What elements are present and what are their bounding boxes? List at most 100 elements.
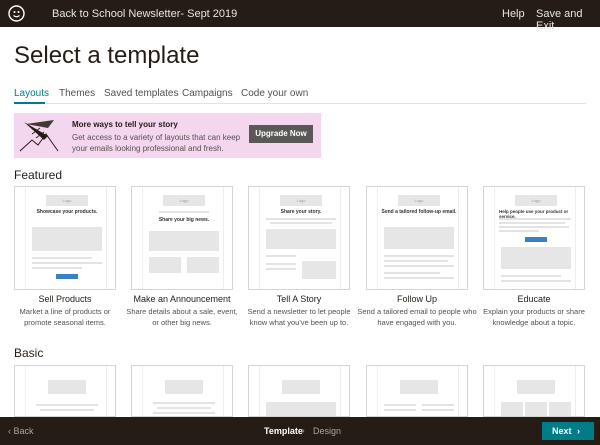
template-card-sell-products[interactable]: Logo Showcase your products. [14, 186, 116, 290]
next-button[interactable]: Next › [542, 422, 594, 440]
cta-placeholder [56, 274, 78, 279]
template-name: Sell Products [38, 294, 92, 304]
text-line [384, 409, 416, 411]
template-name: Follow Up [396, 294, 437, 304]
text-line [36, 404, 98, 406]
logo-placeholder: Logo [515, 195, 557, 206]
text-line [266, 268, 296, 270]
image-placeholder [282, 380, 320, 394]
template-card-make-an-announcement[interactable]: Logo Share your big news. [131, 186, 233, 290]
text-line [499, 222, 565, 224]
text-line [422, 404, 454, 406]
text-line [499, 230, 539, 232]
footer-bar: ‹ Back Template › Design Next › [0, 417, 600, 445]
image-placeholder [302, 261, 336, 279]
template-card-follow-up[interactable]: Logo Send a tailored follow-up email. [366, 186, 468, 290]
image-placeholder [149, 257, 181, 273]
chevron-left-icon: ‹ [8, 426, 11, 436]
template-description: Market a line of products or promote sea… [19, 307, 111, 327]
text-line [384, 255, 454, 257]
text-line [266, 255, 296, 257]
image-placeholder [165, 380, 203, 394]
image-placeholder [48, 380, 86, 394]
preview-title: Send a tailored follow-up email. [381, 209, 457, 215]
template-tabs: Layouts Themes Saved templates Campaigns… [14, 84, 586, 104]
text-line [40, 409, 94, 411]
template-name: Tell A Story [276, 294, 322, 304]
text-line [499, 226, 569, 228]
step-design[interactable]: Design [313, 426, 341, 436]
text-line [384, 265, 454, 267]
page-title: Select a template [14, 42, 200, 69]
section-title-featured: Featured [14, 168, 63, 182]
upgrade-promo-banner: More ways to tell your story Get access … [14, 113, 321, 158]
tab-layouts[interactable]: Layouts [14, 88, 49, 99]
template-card-tell-a-story[interactable]: Logo Share your story. [248, 186, 350, 290]
text-line [384, 260, 448, 262]
mailchimp-logo-icon[interactable] [8, 5, 25, 22]
logo-placeholder: Logo [163, 195, 205, 206]
template-description: Share details about a sale, event, or ot… [126, 307, 238, 327]
text-line [159, 211, 209, 213]
text-line [499, 218, 571, 220]
image-placeholder [149, 231, 219, 251]
preview-title: Showcase your products. [36, 209, 98, 215]
template-name: Educate [517, 294, 551, 304]
image-placeholder [525, 402, 547, 416]
campaign-name: Back to School Newsletter- Sept 2019 [52, 8, 238, 20]
basic-template-card[interactable] [483, 365, 585, 417]
basic-template-card[interactable] [131, 365, 233, 417]
text-line [501, 275, 561, 277]
text-line [501, 280, 571, 282]
save-and-exit-button[interactable]: Save and Exit [536, 8, 600, 32]
preview-title: Share your story. [280, 209, 322, 215]
template-description: Send a tailored email to people who have… [357, 307, 477, 327]
text-line [32, 257, 92, 259]
text-line [32, 262, 102, 264]
tab-campaigns[interactable]: Campaigns [182, 88, 233, 99]
tab-saved-templates[interactable]: Saved templates [104, 88, 179, 99]
next-label: Next [552, 426, 572, 436]
text-line [384, 272, 440, 274]
template-name: Make an Announcement [133, 294, 231, 304]
tab-themes[interactable]: Themes [59, 88, 95, 99]
text-line [153, 402, 215, 404]
chevron-right-icon: › [577, 426, 580, 436]
chevron-right-icon: › [302, 426, 305, 435]
promo-title: More ways to tell your story [72, 120, 178, 129]
preview-title: Share your big news. [158, 217, 210, 223]
basic-template-card[interactable] [248, 365, 350, 417]
logo-placeholder: Logo [280, 195, 322, 206]
upgrade-now-button[interactable]: Upgrade Now [249, 125, 313, 143]
basic-template-card[interactable] [14, 365, 116, 417]
text-line [270, 222, 332, 224]
pen-illustration-icon [19, 120, 59, 152]
text-line [153, 412, 215, 414]
section-title-basic: Basic [14, 346, 44, 360]
text-line [266, 218, 336, 220]
image-placeholder [400, 380, 438, 394]
image-placeholder [32, 227, 102, 251]
image-placeholder [501, 402, 523, 416]
tab-code-your-own[interactable]: Code your own [241, 88, 308, 99]
image-placeholder [187, 257, 219, 273]
top-bar: Back to School Newsletter- Sept 2019 Hel… [0, 0, 600, 32]
text-line [422, 409, 454, 411]
logo-placeholder: Logo [46, 195, 88, 206]
template-card-educate[interactable]: Logo Help people use your product or ser… [483, 186, 585, 290]
basic-template-card[interactable] [366, 365, 468, 417]
image-placeholder [549, 402, 571, 416]
logo-placeholder: Logo [398, 195, 440, 206]
image-placeholder [266, 229, 336, 249]
image-placeholder [384, 227, 454, 249]
text-line [384, 404, 416, 406]
help-link[interactable]: Help [502, 8, 525, 20]
promo-text: Get access to a variety of layouts that … [72, 133, 241, 153]
template-description: Send a newsletter to let people know wha… [247, 307, 351, 327]
active-tab-indicator [14, 102, 45, 104]
back-label: Back [13, 426, 34, 436]
image-placeholder [517, 380, 555, 394]
template-description: Explain your products or share knowledge… [483, 307, 585, 327]
image-placeholder [266, 402, 336, 416]
back-button[interactable]: ‹ Back [8, 426, 34, 436]
